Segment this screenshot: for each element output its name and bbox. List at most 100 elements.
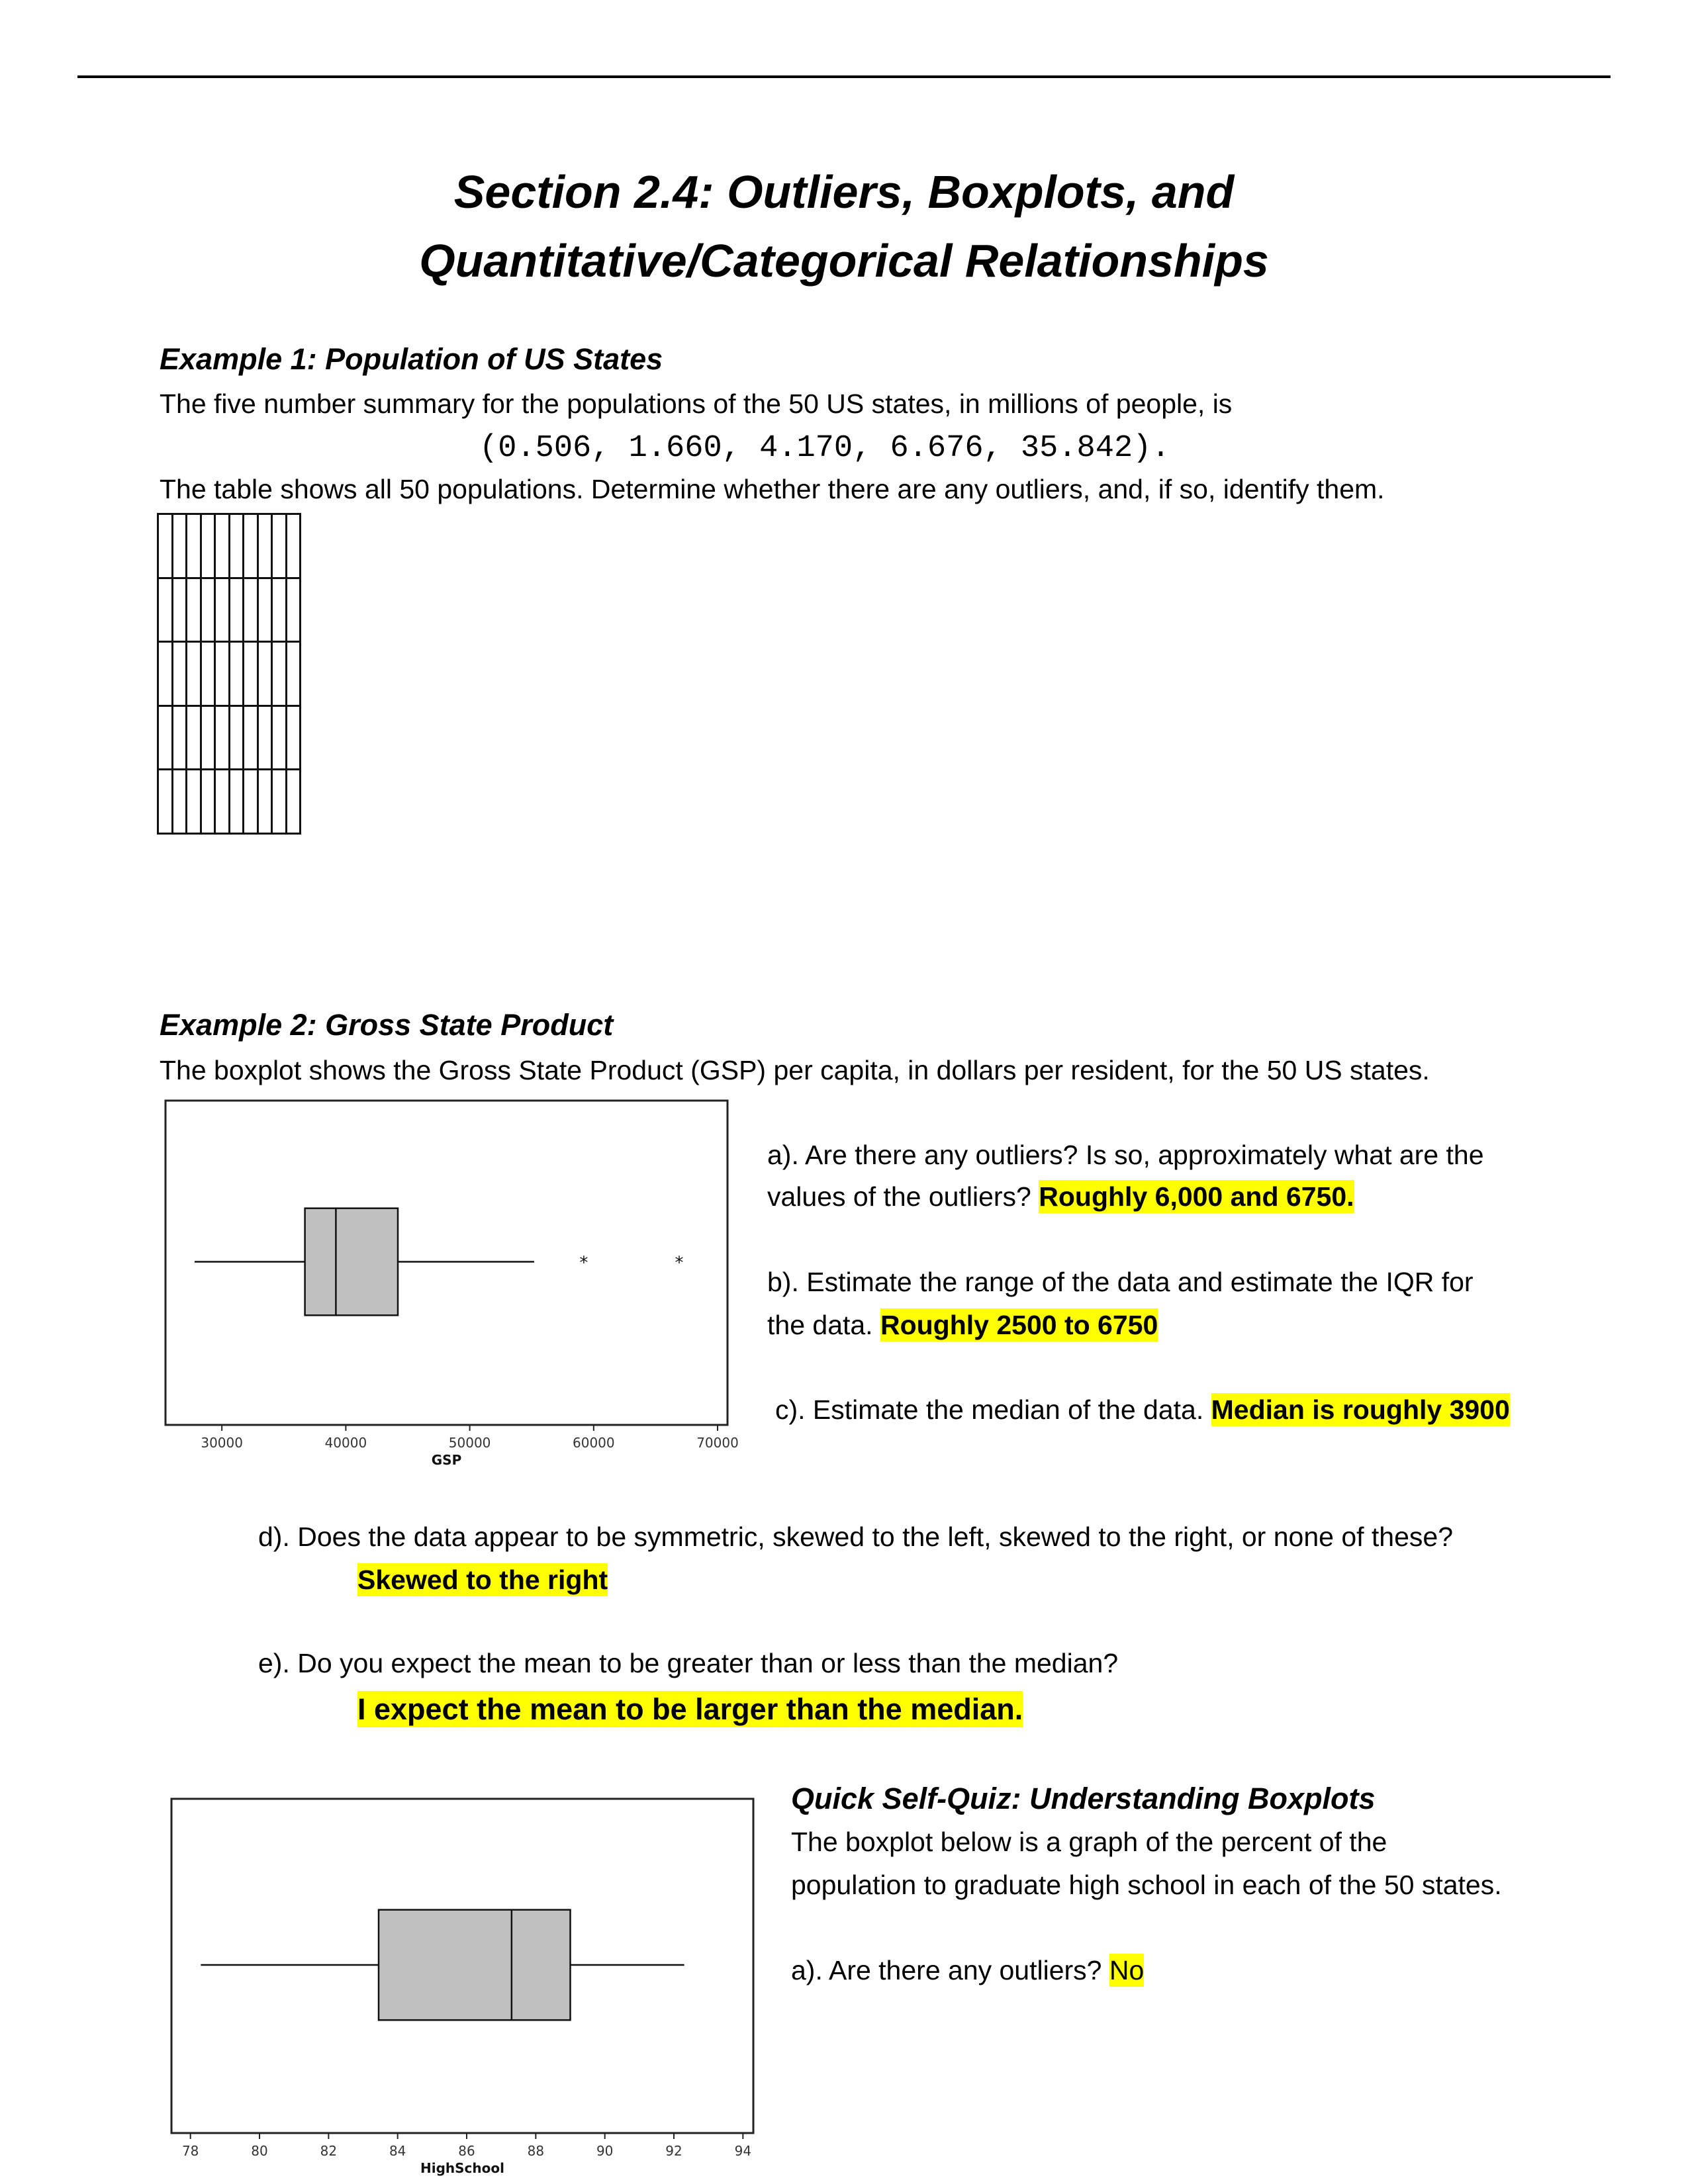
question-c-text: c). Estimate the median of the data. [775, 1394, 1204, 1425]
table-cell [199, 513, 216, 579]
table-cell [199, 768, 216, 835]
quiz-question-a: a). Are there any outliers? [791, 1955, 1102, 1985]
question-a-line1: a). Are there any outliers? Is so, appro… [767, 1140, 1484, 1170]
plot-frame [164, 1099, 729, 1426]
table-cell [271, 768, 287, 835]
table-cell [256, 513, 273, 579]
table-cell [199, 576, 216, 643]
table-cell [171, 641, 187, 707]
quiz-line1: The boxplot below is a graph of the perc… [791, 1827, 1387, 1857]
table-cell [271, 704, 287, 771]
table-cell [256, 576, 273, 643]
table-cell [185, 768, 202, 835]
table-cell [214, 513, 230, 579]
answer-e-line: I expect the mean to be larger than the … [357, 1690, 1023, 1729]
example2-intro: The boxplot shows the Gross State Produc… [160, 1055, 1430, 1085]
example2-heading: Example 2: Gross State Product [160, 1008, 614, 1042]
table-cell [214, 768, 230, 835]
question-b-line2: the data. Roughly 2500 to 6750 [767, 1305, 1158, 1345]
table-row [157, 768, 301, 835]
answer-d: Skewed to the right [357, 1563, 608, 1596]
table-cell [228, 641, 244, 707]
table-row [157, 576, 301, 643]
x-tick-label: 50000 [449, 1435, 491, 1451]
x-tick-label: 94 [735, 2143, 751, 2159]
quiz-question-a-line: a). Are there any outliers? No [791, 1950, 1145, 1990]
x-tick-label: 92 [665, 2143, 682, 2159]
table-cell [242, 768, 259, 835]
table-cell [185, 641, 202, 707]
answer-b: Roughly 2500 to 6750 [880, 1308, 1158, 1342]
table-cell [157, 576, 173, 643]
table-row [157, 704, 301, 771]
table-cell [256, 641, 273, 707]
highschool-boxplot: 78 80 82 84 86 88 90 92 94 HighSchool [170, 1797, 755, 2176]
table-cell [242, 641, 259, 707]
outlier-marker: * [579, 1253, 588, 1273]
table-cell [242, 576, 259, 643]
x-tick-label: 80 [251, 2143, 267, 2159]
table-cell [242, 513, 259, 579]
table-cell [285, 768, 301, 835]
table-cell [285, 704, 301, 771]
table-cell [214, 576, 230, 643]
table-cell [228, 704, 244, 771]
quiz-heading: Quick Self-Quiz: Understanding Boxplots [791, 1782, 1376, 1815]
table-cell [214, 704, 230, 771]
table-cell [185, 576, 202, 643]
table-cell [199, 704, 216, 771]
outlier-marker: * [675, 1253, 683, 1273]
x-axis-title: HighSchool [420, 2160, 504, 2176]
table-cell [285, 641, 301, 707]
table-cell [271, 576, 287, 643]
table-row [157, 513, 301, 579]
page-title-line2: Quantitative/Categorical Relationships [419, 235, 1269, 287]
table-cell [157, 513, 173, 579]
page-title-line1: Section 2.4: Outliers, Boxplots, and [453, 166, 1235, 218]
x-tick-label: 84 [389, 2143, 406, 2159]
question-d: d). Does the data appear to be symmetric… [258, 1522, 1454, 1552]
example1-intro: The five number summary for the populati… [160, 388, 1233, 419]
table-cell [228, 768, 244, 835]
x-tick-label: 88 [528, 2143, 544, 2159]
x-tick-label: 70000 [696, 1435, 739, 1451]
table-cell [171, 576, 187, 643]
table-row [157, 641, 301, 707]
answer-d-line: Skewed to the right [357, 1560, 608, 1600]
answer-c: Median is roughly 3900 [1211, 1393, 1510, 1426]
table-cell [256, 768, 273, 835]
x-tick-label: 90 [596, 2143, 613, 2159]
x-tick-label: 60000 [573, 1435, 615, 1451]
x-tick-label: 86 [458, 2143, 475, 2159]
x-tick-label: 30000 [201, 1435, 243, 1451]
answer-e: I expect the mean to be larger than the … [357, 1691, 1023, 1727]
table-cell [157, 704, 173, 771]
quiz-answer-a: No [1109, 1954, 1145, 1987]
question-a-text: values of the outliers? [767, 1181, 1031, 1212]
table-cell [214, 641, 230, 707]
table-cell [157, 768, 173, 835]
header-rule [77, 75, 1611, 78]
table-cell [228, 576, 244, 643]
table-cell [242, 704, 259, 771]
table-cell [171, 513, 187, 579]
table-cell [271, 641, 287, 707]
table-cell [271, 513, 287, 579]
iqr-box [377, 1909, 571, 2021]
x-tick-label: 82 [320, 2143, 337, 2159]
x-tick-label: 40000 [325, 1435, 367, 1451]
gsp-boxplot: * * 30000 40000 50000 60000 70000 GSP [164, 1099, 739, 1468]
table-cell [185, 704, 202, 771]
quiz-line2: population to graduate high school in ea… [791, 1870, 1502, 1900]
population-table [157, 513, 301, 835]
table-cell [185, 513, 202, 579]
x-tick-label: 78 [182, 2143, 199, 2159]
x-axis-title: GSP [432, 1452, 461, 1468]
five-number-summary: (0.506, 1.660, 4.170, 6.676, 35.842). [479, 431, 1170, 466]
question-b-text: the data. [767, 1310, 873, 1340]
table-cell [199, 641, 216, 707]
table-cell [285, 513, 301, 579]
table-cell [171, 704, 187, 771]
table-cell [157, 641, 173, 707]
answer-a: Roughly 6,000 and 6750. [1039, 1180, 1354, 1213]
